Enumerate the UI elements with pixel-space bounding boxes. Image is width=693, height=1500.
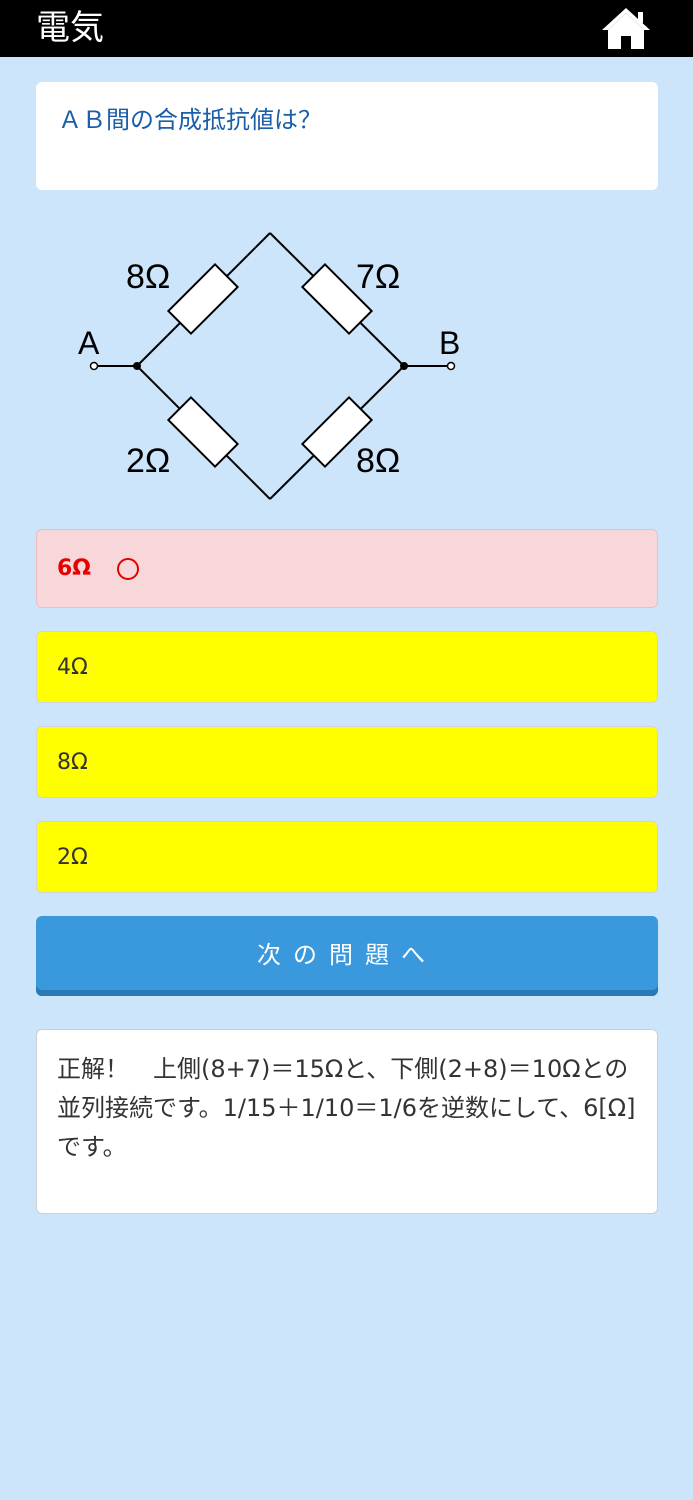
node-right <box>400 362 408 370</box>
explanation-text: 正解！ 上側(8+7)＝15Ωと、下側(2+8)＝10Ωとの並列接続です。1/1… <box>57 1055 636 1161</box>
answer-option-1[interactable]: 6Ω <box>36 529 658 608</box>
terminal-a-label: A <box>78 325 100 361</box>
terminal-b-label: B <box>439 325 460 361</box>
answer-option-label: 4Ω <box>57 654 88 680</box>
app-title: 電気 <box>36 8 104 48</box>
home-icon[interactable] <box>598 4 654 52</box>
terminal-b-dot <box>446 361 456 371</box>
node-left <box>133 362 141 370</box>
app-header: 電気 <box>0 0 693 57</box>
answer-option-label: 2Ω <box>57 844 88 870</box>
answer-option-label: 6Ω <box>57 556 92 581</box>
answer-option-3[interactable]: 8Ω <box>36 726 658 798</box>
answer-option-label: 8Ω <box>57 749 88 775</box>
resistor-top-left-label: 8Ω <box>126 258 170 296</box>
explanation-box: 正解！ 上側(8+7)＝15Ωと、下側(2+8)＝10Ωとの並列接続です。1/1… <box>36 1029 658 1214</box>
answer-option-2[interactable]: 4Ω <box>36 631 658 703</box>
next-question-label: 次の問題へ <box>257 940 437 969</box>
resistor-bottom-right-label: 8Ω <box>356 442 400 480</box>
circuit-diagram: A B 8Ω 7Ω 2Ω 8Ω <box>60 222 480 512</box>
question-card: ＡＢ間の合成抵抗値は？ <box>36 82 658 190</box>
terminal-a-dot <box>89 361 99 371</box>
correct-circle-icon <box>117 557 140 580</box>
next-question-button[interactable]: 次の問題へ <box>36 916 658 996</box>
resistor-bottom-left-label: 2Ω <box>126 442 170 480</box>
resistor-top-right-label: 7Ω <box>356 258 400 296</box>
question-text: ＡＢ間の合成抵抗値は？ <box>58 106 322 134</box>
answer-option-4[interactable]: 2Ω <box>36 821 658 893</box>
